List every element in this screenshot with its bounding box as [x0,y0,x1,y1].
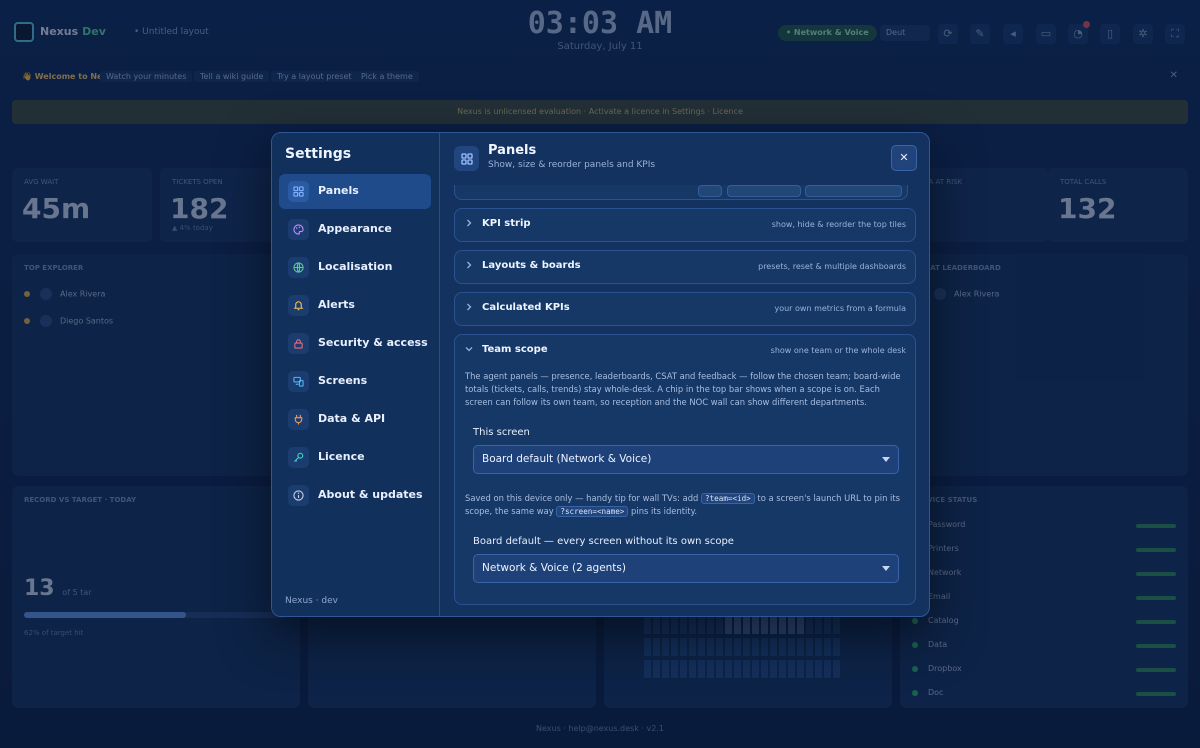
section-title: KPI strip [482,218,531,229]
screen-param-code: ?screen=<name> [556,506,629,517]
peek-control[interactable] [805,185,902,197]
sidebar-item-panels[interactable]: Panels [279,174,431,209]
sidebar-item-label: Localisation [318,260,393,273]
this-screen-select[interactable]: Board default (Network & Voice) [473,445,899,474]
caret-down-icon [882,457,890,462]
palette-icon [288,219,309,240]
section-title: Calculated KPIs [482,302,570,313]
sidebar-item-alerts[interactable]: Alerts [279,288,431,323]
settings-sidebar: Settings Panels Appearance Localisation … [272,133,440,616]
section-hint: show one team or the whole desk [770,346,906,355]
plug-icon [288,409,309,430]
team-scope-description: The agent panels — presence, leaderboard… [465,371,901,407]
chevron-down-icon[interactable] [464,344,474,354]
select-value: Board default (Network & Voice) [482,453,652,465]
chevron-right-icon [467,219,472,227]
sidebar-item-data-api[interactable]: Data & API [279,402,431,437]
bell-icon [288,295,309,316]
chevron-right-icon [467,261,472,269]
panel-list-peek [454,185,908,200]
grid-icon [288,181,309,202]
section-title: Panels [488,143,537,158]
sidebar-item-label: Security & access [318,336,428,349]
sidebar-item-label: Licence [318,450,365,463]
sidebar-item-label: Data & API [318,412,386,425]
lock-icon [288,333,309,354]
key-icon [288,447,309,468]
sidebar-item-label: About & updates [318,488,423,501]
team-param-code: ?team=<id> [701,493,755,504]
section-title[interactable]: Team scope [482,344,548,355]
section-hint: show, hide & reorder the top tiles [771,220,906,229]
grid-icon [454,146,479,171]
settings-content: Panels Show, size & reorder panels and K… [440,133,929,616]
tip-text: pins its identity. [628,506,698,516]
chevron-right-icon [467,303,472,311]
screens-icon [288,371,309,392]
sidebar-item-security[interactable]: Security & access [279,326,431,361]
select-value: Network & Voice (2 agents) [482,562,626,574]
url-tip: Saved on this device only — handy tip fo… [465,492,911,518]
section-calculated-kpis[interactable]: Calculated KPIs your own metrics from a … [454,292,916,326]
sidebar-item-screens[interactable]: Screens [279,364,431,399]
section-kpi-strip[interactable]: KPI strip show, hide & reorder the top t… [454,208,916,242]
sidebar-item-licence[interactable]: Licence [279,440,431,475]
settings-title: Settings [285,146,352,162]
sidebar-item-about[interactable]: About & updates [279,478,431,513]
sidebar-item-label: Alerts [318,298,355,311]
peek-control[interactable] [727,185,801,197]
peek-control[interactable] [698,185,722,197]
caret-down-icon [882,566,890,571]
section-title: Layouts & boards [482,260,581,271]
sidebar-item-appearance[interactable]: Appearance [279,212,431,247]
sidebar-item-label: Appearance [318,222,392,235]
info-icon [288,485,309,506]
board-default-select[interactable]: Network & Voice (2 agents) [473,554,899,583]
globe-icon [288,257,309,278]
settings-modal: Settings Panels Appearance Localisation … [271,132,930,617]
section-team-scope: Team scope show one team or the whole de… [454,334,916,605]
tip-text: Saved on this device only — handy tip fo… [465,493,702,503]
close-icon: ✕ [899,151,909,164]
section-subtitle: Show, size & reorder panels and KPIs [488,160,656,170]
settings-scroll-area[interactable]: KPI strip show, hide & reorder the top t… [440,185,929,616]
this-screen-label: This screen [473,427,530,438]
section-hint: presets, reset & multiple dashboards [758,262,906,271]
close-button[interactable]: ✕ [891,145,917,171]
section-hint: your own metrics from a formula [774,304,906,313]
section-layouts-boards[interactable]: Layouts & boards presets, reset & multip… [454,250,916,284]
sidebar-item-label: Panels [318,184,359,197]
sidebar-item-localisation[interactable]: Localisation [279,250,431,285]
sidebar-item-label: Screens [318,374,368,387]
board-default-label: Board default — every screen without its… [473,536,734,547]
version-label: Nexus · dev [285,596,338,606]
